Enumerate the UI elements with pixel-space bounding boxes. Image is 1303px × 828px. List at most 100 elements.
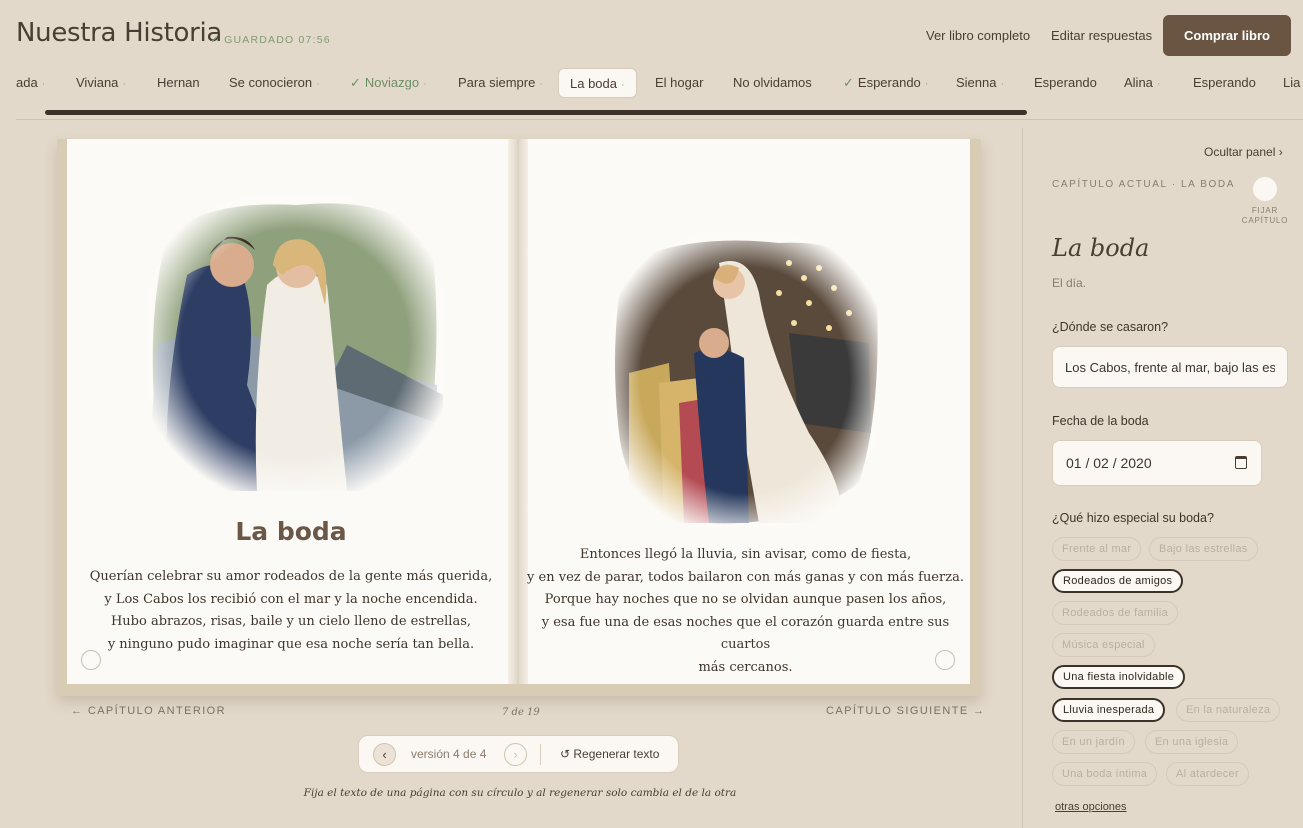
chip-frente-al-mar[interactable]: Frente al mar xyxy=(1052,537,1142,561)
tab-dot: · xyxy=(1156,78,1161,90)
tab-el-hogar[interactable]: El hogar xyxy=(655,68,703,98)
verse-line: y esa fue una de esas noches que el cora… xyxy=(541,614,950,653)
tab-dot: · xyxy=(1000,78,1005,90)
verse-line: más cercanos. xyxy=(698,659,793,675)
tab-dot: · xyxy=(316,78,320,90)
tab-sienna[interactable]: Sienna · xyxy=(956,68,1004,98)
chip-bajo-las-estrellas[interactable]: Bajo las estrellas xyxy=(1149,537,1258,561)
pin-right-page-circle[interactable] xyxy=(935,650,955,670)
chip-lluvia-inesperada[interactable]: Lluvia inesperada xyxy=(1052,698,1166,722)
regenerate-text-button[interactable]: ↺ Regenerar texto xyxy=(560,747,659,761)
panel-chapter-subtitle: El día. xyxy=(1052,276,1087,290)
edit-answers-link[interactable]: Editar respuestas xyxy=(1051,28,1152,43)
tab-label: La boda xyxy=(570,76,617,91)
tab-label: Esperando xyxy=(1034,75,1097,90)
right-page-text: Entonces llegó la lluvia, sin avisar, co… xyxy=(521,544,970,679)
page-count: 7 de 19 xyxy=(502,707,540,718)
chapter-tabs: ada · Viviana · Hernan Se conocieron · ✓ Nov… xyxy=(0,66,1303,102)
question-where: ¿Dónde se casaron? xyxy=(1052,320,1169,334)
tab-esperando-1[interactable]: ✓ Esperando · xyxy=(843,68,928,98)
pin-chapter-label: FIJAR CAPÍTULO xyxy=(1241,206,1289,225)
tab-label: Noviazgo xyxy=(364,75,420,90)
tab-dot: · xyxy=(122,78,127,90)
verse-line: y en vez de parar, todos bailaron con má… xyxy=(527,569,964,585)
tab-label: Viviana xyxy=(76,75,119,90)
tab-alina[interactable]: Alina · xyxy=(1124,68,1161,98)
more-options-link[interactable]: otras opciones xyxy=(1055,801,1127,813)
book-spread: La boda Querían celebrar su amor rodeado… xyxy=(67,139,970,684)
tab-label: Para siempre xyxy=(458,75,536,90)
hide-panel-button[interactable]: Ocultar panel › xyxy=(1204,145,1283,159)
tab-label: Se conocieron xyxy=(229,75,313,90)
current-chapter-label: CAPÍTULO ACTUAL · LA BODA xyxy=(1052,179,1236,190)
tab-dot: · xyxy=(621,79,625,91)
verse-line: Hubo abrazos, risas, baile y un cielo ll… xyxy=(110,614,472,629)
tab-se-conocieron[interactable]: Se conocieron · xyxy=(229,68,320,98)
tab-label: Lia xyxy=(1283,75,1301,90)
tab-label: ada xyxy=(16,75,38,90)
previous-version-button[interactable]: ‹ xyxy=(373,743,396,766)
pin-hint: Fija el texto de una página con su círcu… xyxy=(303,787,737,799)
wedding-date-input[interactable]: 01 / 02 / 2020 xyxy=(1052,440,1262,486)
tab-lia[interactable]: Lia xyxy=(1283,68,1300,98)
buy-book-button[interactable]: Comprar libro xyxy=(1163,15,1291,56)
tab-label: Alina xyxy=(1124,75,1153,90)
left-page-text: Querían celebrar su amor rodeados de la … xyxy=(67,566,515,656)
pin-chapter-toggle[interactable] xyxy=(1253,177,1277,201)
previous-chapter-button[interactable]: ← CAPÍTULO ANTERIOR xyxy=(71,705,226,717)
tab-dot: · xyxy=(924,78,929,90)
chip-rodeados-de-familia[interactable]: Rodeados de familia xyxy=(1052,601,1178,625)
tab-label: Esperando xyxy=(1193,75,1256,90)
tab-dot: · xyxy=(423,78,427,90)
tab-label: El hogar xyxy=(655,75,704,90)
verse-line: y Los Cabos los recibió con el mar y la … xyxy=(104,591,478,607)
tab-dot: · xyxy=(41,78,46,90)
calendar-icon[interactable] xyxy=(1235,456,1247,469)
tab-ada[interactable]: ada · xyxy=(16,68,45,98)
chip-en-una-iglesia[interactable]: En una iglesia xyxy=(1145,730,1239,754)
verse-line: Porque hay noches que no se olvidan aunq… xyxy=(544,592,947,607)
wedding-location-input[interactable] xyxy=(1052,346,1288,388)
tab-label: Sienna xyxy=(956,75,997,90)
tabs-scrollbar[interactable] xyxy=(45,110,1027,115)
tab-no-olvidamos[interactable]: No olvidamos xyxy=(733,68,812,98)
left-page: La boda Querían celebrar su amor rodeado… xyxy=(67,139,515,684)
question-special: ¿Qué hizo especial su boda? xyxy=(1052,511,1214,525)
wedding-date-value: 01 / 02 / 2020 xyxy=(1066,455,1152,471)
tab-para-siempre[interactable]: Para siempre · xyxy=(458,68,543,98)
panel-chapter-title: La boda xyxy=(1052,234,1150,262)
tab-viviana[interactable]: Viviana · xyxy=(76,68,126,98)
chip-una-boda-intima[interactable]: Una boda íntima xyxy=(1052,762,1158,786)
tab-noviazgo[interactable]: ✓ Noviazgo · xyxy=(350,68,427,98)
app-header: Nuestra Historia ✓ GUARDADO 07:56 Ver li… xyxy=(0,0,1303,66)
tab-hernan[interactable]: Hernan xyxy=(157,68,200,98)
chip-en-un-jardin[interactable]: En un jardín xyxy=(1052,730,1135,754)
chip-una-fiesta-inolvidable[interactable]: Una fiesta inolvidable xyxy=(1052,665,1186,689)
chip-musica-especial[interactable]: Música especial xyxy=(1052,633,1155,657)
tab-esperando-2[interactable]: Esperando xyxy=(1034,68,1097,98)
version-separator xyxy=(540,744,541,765)
couple-portrait-illustration xyxy=(147,195,443,491)
right-page: Entonces llegó la lluvia, sin avisar, co… xyxy=(521,139,970,684)
next-version-button[interactable]: › xyxy=(504,743,527,766)
view-book-link[interactable]: Ver libro completo xyxy=(926,28,1030,43)
verse-line: Entonces llegó la lluvia, sin avisar, co… xyxy=(579,547,912,562)
chip-rodeados-de-amigos[interactable]: Rodeados de amigos xyxy=(1052,569,1184,593)
header-divider xyxy=(16,119,1303,120)
verse-line: Querían celebrar su amor rodeados de la … xyxy=(89,569,493,584)
tab-label: No olvidamos xyxy=(733,75,812,90)
tab-la-boda[interactable]: La boda · xyxy=(558,68,637,98)
tab-esperando-3[interactable]: Esperando xyxy=(1193,68,1256,98)
chip-en-la-naturaleza[interactable]: En la naturaleza xyxy=(1176,698,1281,722)
verse-line: y ninguno pudo imaginar que esa noche se… xyxy=(107,636,475,652)
panel-divider xyxy=(1022,128,1023,828)
check-icon: ✓ xyxy=(843,75,854,90)
saved-status: ✓ GUARDADO 07:56 xyxy=(210,34,331,46)
tab-label: Esperando xyxy=(857,75,921,90)
next-chapter-button[interactable]: CAPÍTULO SIGUIENTE → xyxy=(826,705,985,717)
chip-al-atardecer[interactable]: Al atardecer xyxy=(1166,762,1249,786)
dance-illustration xyxy=(609,233,881,527)
check-icon: ✓ xyxy=(350,75,361,90)
question-date: Fecha de la boda xyxy=(1052,414,1149,428)
pin-left-page-circle[interactable] xyxy=(81,650,101,670)
